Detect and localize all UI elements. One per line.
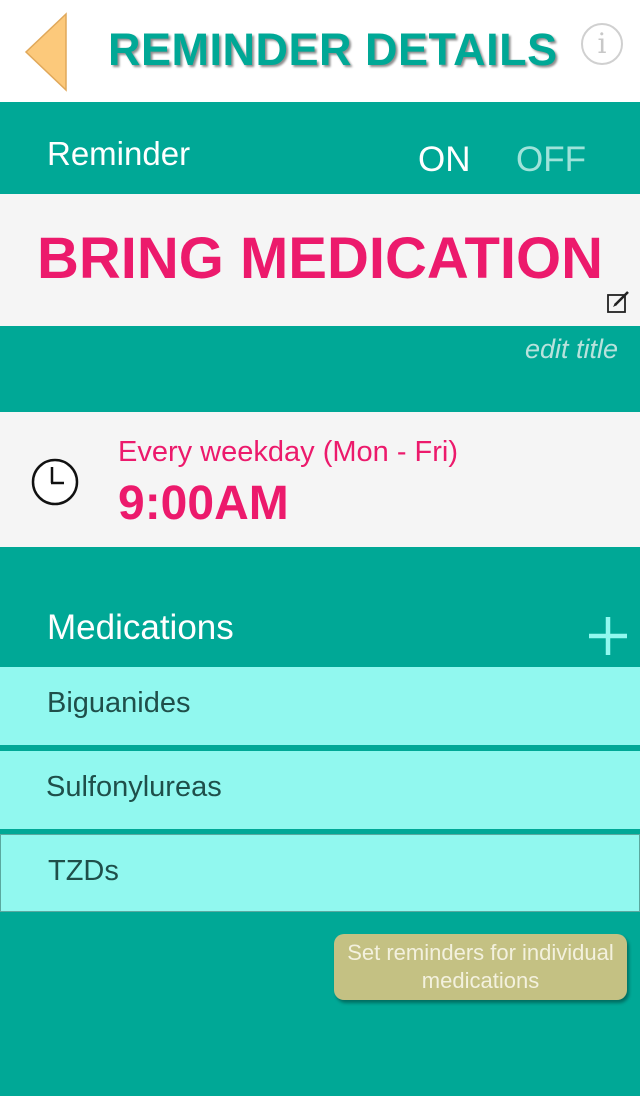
info-button[interactable]: i xyxy=(581,23,623,65)
edit-title-link[interactable]: edit title xyxy=(480,334,618,365)
set-individual-reminders-button[interactable]: Set reminders for individual medications xyxy=(334,934,627,1000)
medication-row-tzds[interactable]: TZDs xyxy=(0,834,640,912)
reminder-title: BRING MEDICATION xyxy=(36,226,603,291)
plus-icon xyxy=(589,617,627,655)
toggle-off-button[interactable]: OFF xyxy=(516,140,586,180)
schedule-time: 9:00AM xyxy=(118,477,289,530)
page-title: REMINDER DETAILS xyxy=(108,24,558,75)
schedule-frequency: Every weekday (Mon - Fri) xyxy=(118,436,459,468)
reminder-label: Reminder xyxy=(47,135,191,172)
medication-name: TZDs xyxy=(48,855,119,887)
medication-name: Sulfonylureas xyxy=(46,771,222,803)
info-icon: i xyxy=(597,27,607,60)
add-medication-button[interactable] xyxy=(586,614,630,658)
medication-row-sulfonylureas[interactable]: Sulfonylureas xyxy=(0,751,640,829)
back-button[interactable] xyxy=(22,12,68,92)
medication-name: Biguanides xyxy=(47,687,191,719)
reminder-title-box: BRING MEDICATION xyxy=(0,194,640,326)
toggle-on-button[interactable]: ON xyxy=(418,140,471,180)
edit-icon[interactable] xyxy=(606,290,630,314)
back-arrow-icon xyxy=(24,12,67,92)
header-bar: REMINDER DETAILS i xyxy=(0,0,640,102)
medication-row-biguanides[interactable]: Biguanides xyxy=(0,667,640,745)
medications-label: Medications xyxy=(47,608,234,647)
clock-icon xyxy=(31,458,79,506)
schedule-card[interactable]: Every weekday (Mon - Fri) 9:00AM xyxy=(0,412,640,547)
